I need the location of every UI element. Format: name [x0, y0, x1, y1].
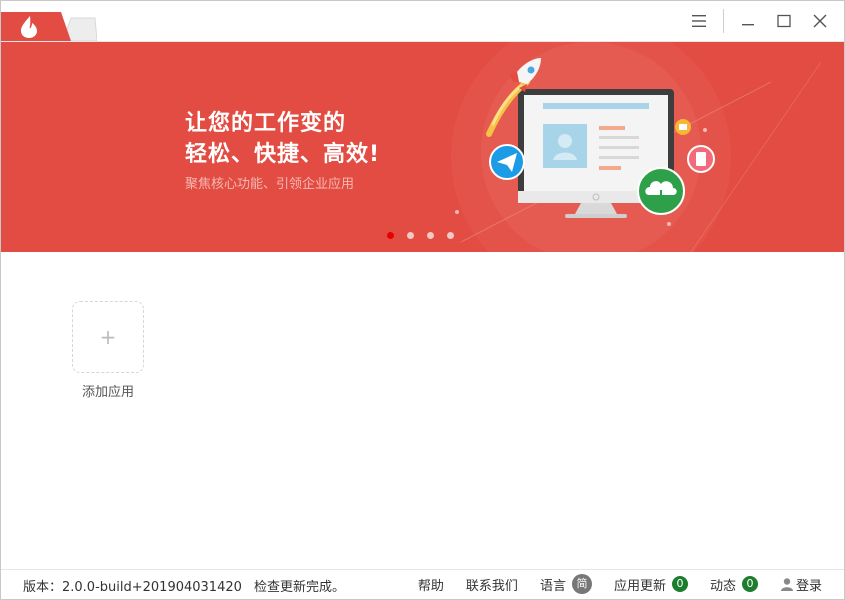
paper-plane-icon [489, 144, 525, 180]
folder-icon [675, 119, 691, 135]
app-update-link[interactable]: 应用更新 0 [614, 575, 688, 594]
contact-label: 联系我们 [465, 578, 518, 594]
version-text: 版本：2.0.0-build+201904031420 [23, 580, 242, 595]
login-link[interactable]: 登录 [780, 575, 822, 594]
app-update-label: 应用更新 [613, 578, 666, 594]
minimize-icon [742, 24, 754, 26]
language-selector[interactable]: 语言 简 [540, 574, 592, 594]
minimize-button[interactable] [730, 1, 766, 41]
login-label: 登录 [795, 578, 822, 594]
news-label: 动态 [709, 578, 736, 594]
maximize-icon [777, 14, 791, 28]
promo-banner[interactable]: 让您的工作变的 轻松、快捷、高效! 聚焦核心功能、引领企业应用 [1, 42, 844, 252]
status-bar: 版本：2.0.0-build+201904031420 检查更新完成。 帮助 联… [1, 569, 844, 599]
add-app-tile[interactable]: + 添加应用 [72, 301, 144, 400]
banner-text: 让您的工作变的 轻松、快捷、高效! 聚焦核心功能、引领企业应用 [185, 108, 380, 192]
close-button[interactable] [802, 1, 838, 41]
banner-subline: 聚焦核心功能、引领企业应用 [185, 177, 355, 192]
carousel-dot-4[interactable] [447, 232, 454, 239]
news-link[interactable]: 动态 0 [710, 575, 758, 594]
app-update-count-badge: 0 [671, 576, 688, 592]
user-icon [780, 578, 793, 591]
carousel-indicators [387, 232, 467, 239]
banner-headline-line2: 轻松、快捷、高效! [185, 142, 381, 167]
menu-button[interactable] [681, 1, 717, 41]
app-window: 让您的工作变的 轻松、快捷、高效! 聚焦核心功能、引领企业应用 + 添加应用 版… [0, 0, 845, 600]
plus-icon: + [99, 325, 117, 349]
language-label: 语言 [539, 578, 566, 594]
banner-illustration [451, 42, 822, 252]
help-link[interactable]: 帮助 [418, 575, 444, 594]
carousel-dot-2[interactable] [407, 232, 414, 239]
hamburger-menu-icon [692, 15, 706, 27]
title-bar [1, 1, 844, 42]
window-controls [681, 1, 844, 41]
update-status-text: 检查更新完成。 [254, 580, 346, 595]
status-right: 帮助 联系我们 语言 简 应用更新 0 动态 0 登录 [396, 574, 822, 594]
contact-link[interactable]: 联系我们 [466, 575, 518, 594]
carousel-dot-3[interactable] [427, 232, 434, 239]
banner-headline-line1: 让您的工作变的 [185, 111, 347, 136]
status-left: 版本：2.0.0-build+201904031420 检查更新完成。 [23, 576, 353, 595]
document-icon [687, 145, 715, 173]
add-app-label: 添加应用 [81, 385, 134, 400]
carousel-dot-1[interactable] [387, 232, 394, 239]
close-icon [813, 14, 827, 28]
maximize-button[interactable] [766, 1, 802, 41]
add-app-button[interactable]: + [72, 301, 144, 373]
news-count-badge: 0 [741, 576, 758, 592]
controls-divider [723, 9, 724, 33]
language-badge: 简 [571, 574, 592, 594]
tab-home[interactable] [1, 12, 71, 41]
help-label: 帮助 [417, 578, 444, 594]
cloud-download-icon [637, 167, 685, 215]
